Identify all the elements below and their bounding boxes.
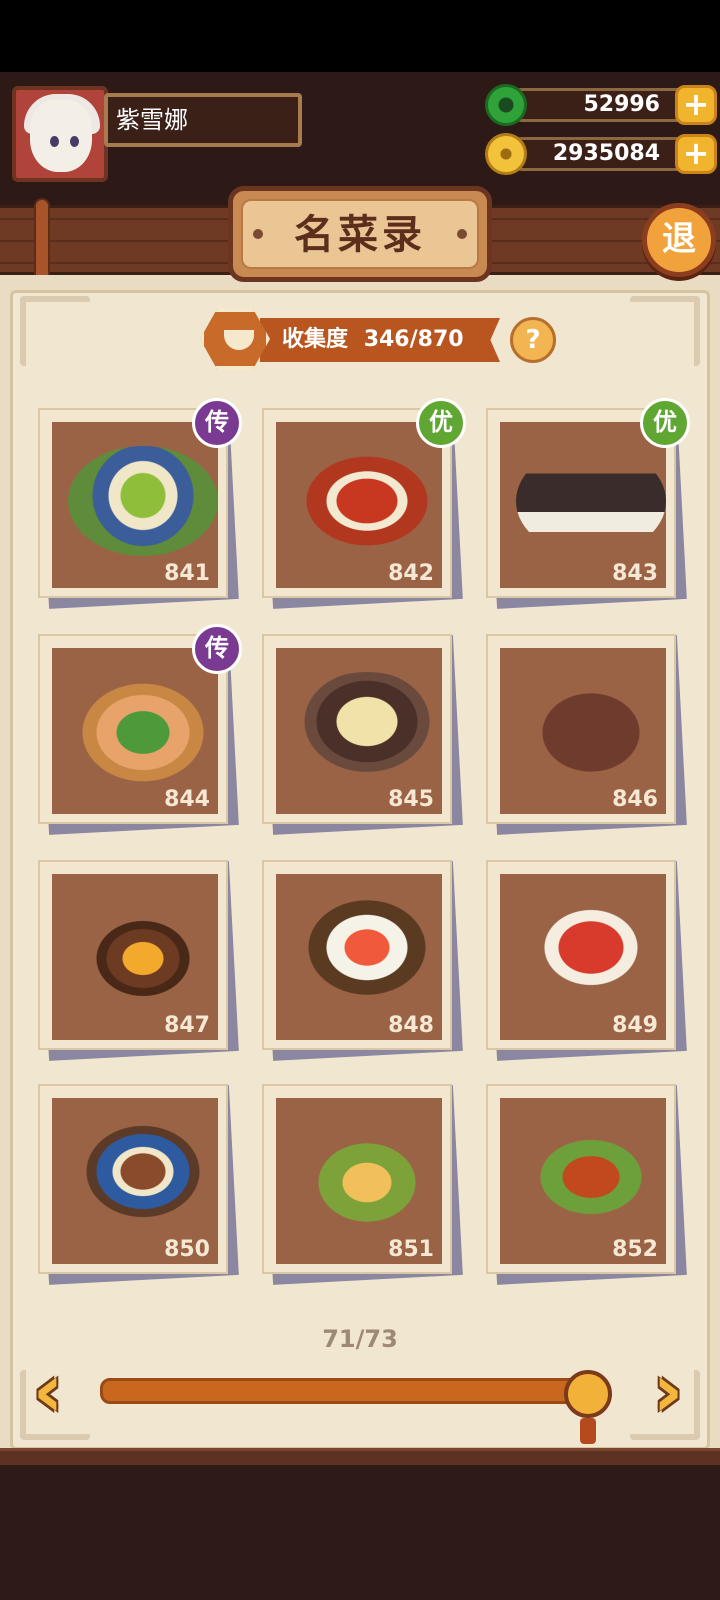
prev-page-button[interactable]: ‹ xyxy=(20,1354,76,1428)
card-frame: 845 xyxy=(262,634,452,824)
card-frame: 847 xyxy=(38,860,228,1050)
dish-card[interactable]: 849 xyxy=(486,860,687,1061)
corner-ornament-icon xyxy=(630,296,700,366)
dish-image-icon xyxy=(292,672,442,782)
jade-currency: 52996 + xyxy=(485,84,717,126)
dish-card[interactable]: 850 xyxy=(38,1084,239,1285)
dish-image-icon xyxy=(68,446,218,556)
dish-image-icon xyxy=(516,446,666,556)
card-frame: 846 xyxy=(486,634,676,824)
collection-progress: 收集度 346/870 xyxy=(200,308,500,370)
quality-badge: 优 xyxy=(640,398,690,448)
gold-coin-icon xyxy=(485,133,527,175)
quality-badge: 优 xyxy=(416,398,466,448)
card-frame: 851 xyxy=(262,1084,452,1274)
dish-number: 846 xyxy=(612,787,658,812)
dish-card[interactable]: 852 xyxy=(486,1084,687,1285)
dish-image-icon xyxy=(68,1122,218,1232)
dish-image-icon xyxy=(292,446,442,556)
card-frame: 848 xyxy=(262,860,452,1050)
exit-button[interactable]: 退 xyxy=(642,203,716,277)
dish-number: 843 xyxy=(612,561,658,586)
page-indicator: 71/73 xyxy=(322,1325,398,1353)
dish-image-icon xyxy=(68,672,218,782)
dish-card[interactable]: 841 传 xyxy=(38,398,242,609)
avatar-eye-right xyxy=(70,136,79,147)
add-gold-button[interactable]: + xyxy=(675,134,717,174)
collection-value: 346/870 xyxy=(363,327,464,352)
bowl-shape xyxy=(224,330,254,350)
dish-card[interactable]: 846 xyxy=(486,634,687,835)
dish-number: 841 xyxy=(164,561,210,586)
legendary-badge: 传 xyxy=(192,398,242,448)
dish-image-icon xyxy=(516,898,666,1008)
dish-number: 845 xyxy=(388,787,434,812)
plaque-rivet-icon xyxy=(253,229,263,239)
dish-number: 848 xyxy=(388,1013,434,1038)
page-title: 名菜录 xyxy=(241,199,479,269)
dish-card[interactable]: 843 优 xyxy=(486,398,690,609)
page-slider-thumb[interactable] xyxy=(564,1370,613,1418)
dish-card[interactable]: 844 传 xyxy=(38,624,242,835)
card-frame: 850 xyxy=(38,1084,228,1274)
dish-image-icon xyxy=(516,1122,666,1232)
corner-ornament-icon xyxy=(20,296,90,366)
card-frame: 852 xyxy=(486,1084,676,1274)
dish-image-icon xyxy=(292,898,442,1008)
dish-card[interactable]: 845 xyxy=(262,634,463,835)
dish-number: 851 xyxy=(388,1237,434,1262)
footer xyxy=(0,1465,720,1600)
dish-card[interactable]: 848 xyxy=(262,860,463,1061)
wood-post xyxy=(34,198,50,282)
avatar[interactable] xyxy=(12,86,108,182)
dish-card[interactable]: 847 xyxy=(38,860,239,1061)
page-title-plaque: 名菜录 xyxy=(228,186,492,282)
card-frame: 849 xyxy=(486,860,676,1050)
dish-number: 842 xyxy=(388,561,434,586)
dish-image-icon xyxy=(68,898,218,1008)
dish-number: 850 xyxy=(164,1237,210,1262)
dish-number: 844 xyxy=(164,787,210,812)
dish-image-icon xyxy=(292,1122,442,1232)
slider-tassel-icon xyxy=(580,1418,597,1444)
dish-card[interactable]: 851 xyxy=(262,1084,463,1285)
dish-number: 847 xyxy=(164,1013,210,1038)
bowl-icon xyxy=(200,308,270,370)
dish-card[interactable]: 842 优 xyxy=(262,398,466,609)
plaque-rivet-icon xyxy=(457,229,467,239)
add-jade-button[interactable]: + xyxy=(675,85,717,125)
jade-coin-icon xyxy=(485,84,527,126)
dish-image-icon xyxy=(516,672,666,782)
status-bar xyxy=(0,0,720,72)
next-page-button[interactable]: › xyxy=(640,1354,696,1428)
legendary-badge: 传 xyxy=(192,624,242,674)
dish-number: 852 xyxy=(612,1237,658,1262)
dish-number: 849 xyxy=(612,1013,658,1038)
gold-currency: 2935084 + xyxy=(485,133,717,175)
page-slider-track[interactable] xyxy=(100,1378,602,1404)
help-button[interactable]: ? xyxy=(510,317,556,363)
avatar-face xyxy=(30,100,92,172)
player-name: 紫雪娜 xyxy=(104,93,302,147)
avatar-eye-left xyxy=(50,136,59,147)
collection-ribbon: 收集度 346/870 xyxy=(260,318,500,362)
collection-label: 收集度 xyxy=(282,327,349,352)
